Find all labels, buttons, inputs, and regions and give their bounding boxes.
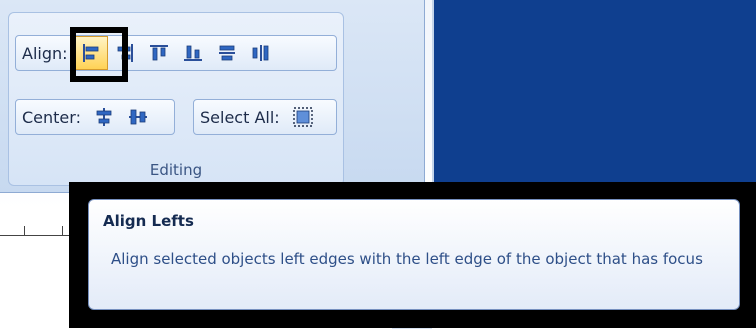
- center-horizontally-button[interactable]: [87, 100, 121, 134]
- center-vertically-icon: [128, 109, 147, 125]
- align-centers-button[interactable]: [244, 36, 278, 70]
- align-tops-button[interactable]: [142, 36, 176, 70]
- editing-group-label: Editing: [149, 161, 203, 179]
- ribbon-editing-group: Align: Center: Select All: Editing: [0, 0, 425, 193]
- ruler-tick: [62, 226, 63, 235]
- align-label: Align:: [22, 43, 68, 63]
- center-toolbar: Center:: [15, 99, 175, 135]
- center-horizontally-icon: [96, 108, 112, 126]
- align-toolbar: Align:: [15, 35, 337, 71]
- tooltip-body: Align selected objects left edges with t…: [111, 250, 703, 268]
- center-label: Center:: [22, 107, 81, 127]
- align-bottoms-button[interactable]: [176, 36, 210, 70]
- select-all-icon: [292, 107, 313, 127]
- design-surface: [432, 0, 756, 205]
- align-top-icon: [149, 45, 168, 61]
- select-all-label: Select All:: [200, 107, 280, 127]
- ruler-tick: [24, 226, 25, 235]
- select-all-toolbar: Select All:: [193, 99, 337, 135]
- align-middles-button[interactable]: [210, 36, 244, 70]
- highlight-box: [70, 27, 128, 82]
- center-vertically-button[interactable]: [121, 100, 155, 134]
- editing-group-panel: Align: Center: Select All: Editing: [8, 12, 344, 186]
- tooltip: Align Lefts Align selected objects left …: [88, 199, 740, 310]
- tooltip-title: Align Lefts: [103, 212, 194, 230]
- align-middle-icon: [218, 45, 235, 61]
- align-center-icon: [252, 45, 268, 61]
- select-all-button[interactable]: [286, 100, 320, 134]
- align-bottom-icon: [183, 45, 202, 61]
